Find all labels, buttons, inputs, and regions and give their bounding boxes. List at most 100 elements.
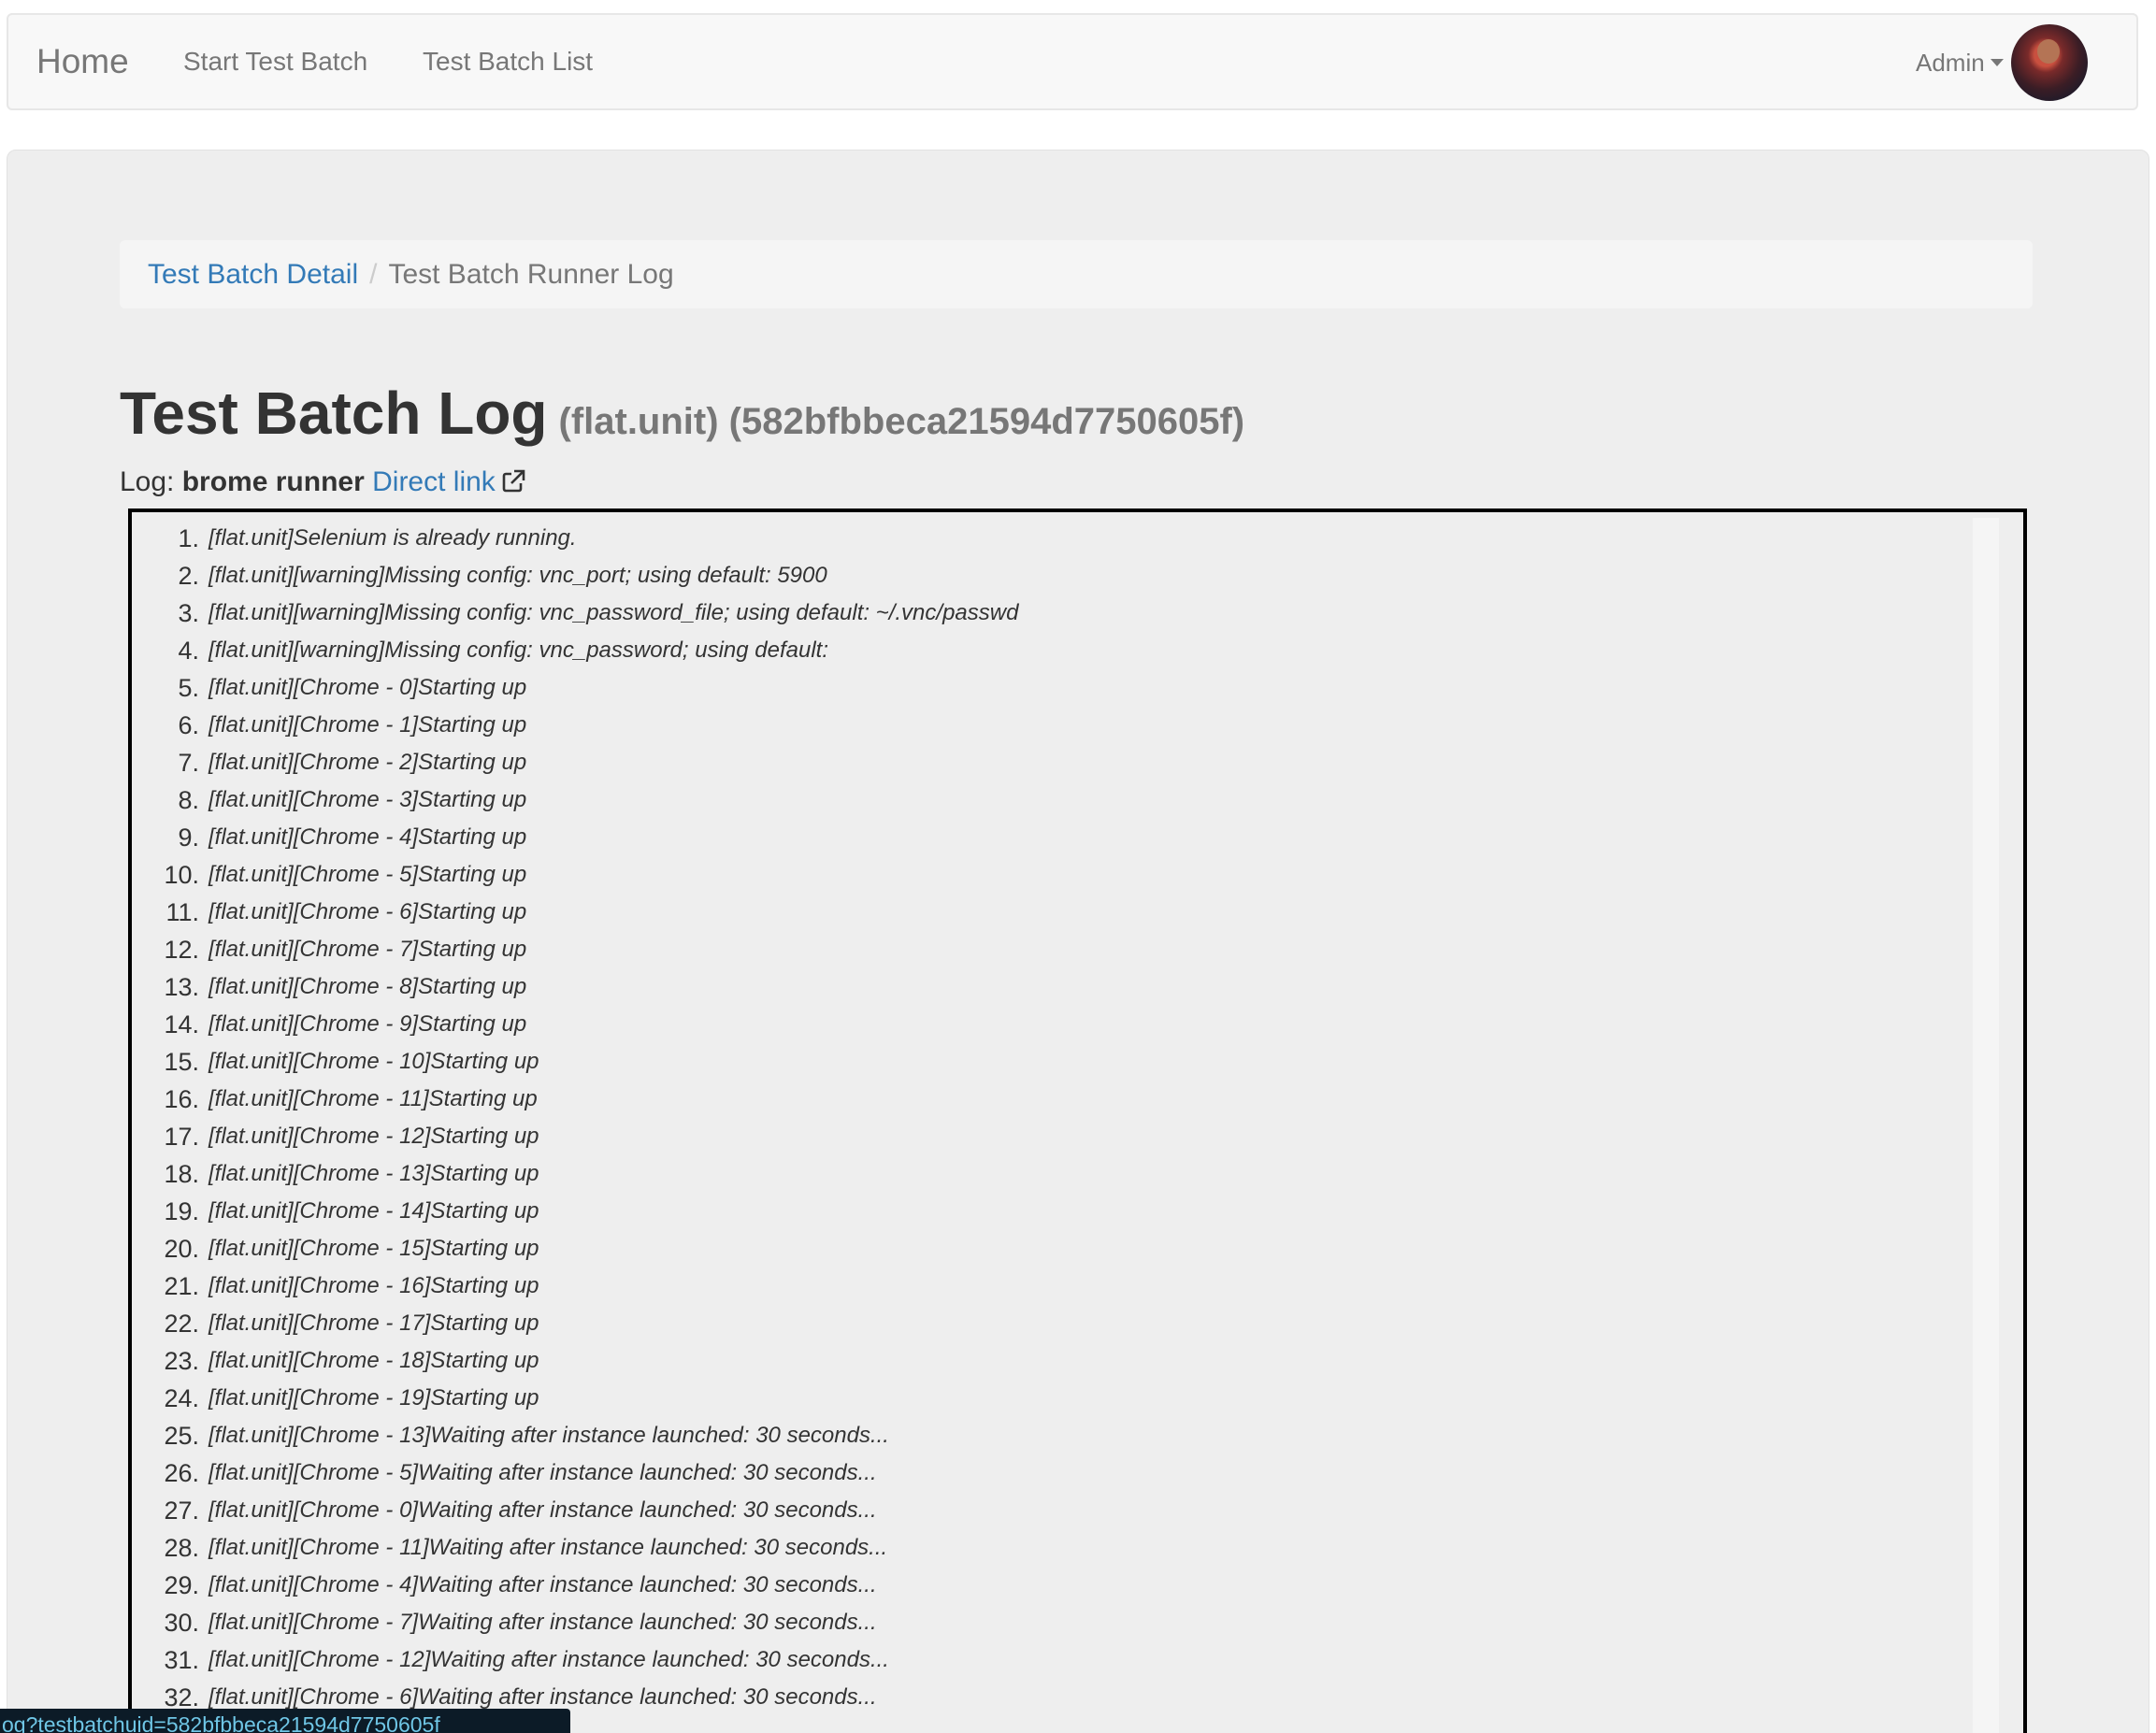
log-list: 1. [flat.unit]Selenium is already running…	[132, 520, 1018, 1716]
log-line-number: 8.	[178, 785, 199, 814]
external-link-icon	[502, 469, 525, 493]
log-line-text: [flat.unit][Chrome - 12]Waiting after in…	[208, 1647, 889, 1672]
log-line: 11. [flat.unit][Chrome - 6]Starting up	[132, 894, 1018, 931]
log-line-number: 13.	[164, 972, 199, 1001]
caret-down-icon	[1990, 59, 2004, 66]
log-line-text: [flat.unit][Chrome - 3]Starting up	[208, 787, 527, 812]
admin-dropdown[interactable]: Admin	[1916, 46, 2004, 79]
avatar[interactable]	[2011, 24, 2088, 101]
log-line-number: 28.	[164, 1533, 199, 1562]
log-line: 26. [flat.unit][Chrome - 5]Waiting after …	[132, 1454, 1018, 1492]
log-line-number: 11.	[165, 897, 199, 926]
log-line-number: 16.	[164, 1084, 199, 1113]
log-line-text: [flat.unit][Chrome - 8]Starting up	[208, 974, 527, 999]
log-line: 22. [flat.unit][Chrome - 17]Starting up	[132, 1305, 1018, 1342]
log-line-number: 30.	[164, 1608, 199, 1637]
home-link[interactable]: Home	[36, 41, 129, 82]
log-line: 10. [flat.unit][Chrome - 5]Starting up	[132, 856, 1018, 894]
log-line-text: [flat.unit][Chrome - 11]Starting up	[208, 1086, 538, 1111]
log-line-text: [flat.unit][Chrome - 16]Starting up	[208, 1273, 539, 1298]
log-line-number: 19.	[164, 1196, 199, 1225]
log-line-number: 32.	[164, 1683, 199, 1712]
log-line: 4. [flat.unit][warning]Missing config: vn…	[132, 632, 1018, 669]
log-line-text: [flat.unit][Chrome - 12]Starting up	[208, 1124, 539, 1149]
log-line-text: [flat.unit][Chrome - 6]Waiting after ins…	[208, 1684, 877, 1710]
page-title-subtitle: (flat.unit) (582bfbbeca21594d7750605f)	[558, 401, 1245, 442]
log-line-text: [flat.unit][Chrome - 0]Starting up	[208, 675, 527, 700]
top-navbar: Home Start Test Batch Test Batch List Ad…	[7, 13, 2138, 110]
log-line-text: [flat.unit][Chrome - 6]Starting up	[208, 899, 527, 924]
scrollbar[interactable]	[1973, 518, 1999, 1733]
log-line-number: 2.	[178, 561, 199, 590]
log-line-text: [flat.unit][Chrome - 18]Starting up	[208, 1348, 539, 1373]
page-title: Test Batch Log (flat.unit) (582bfbbeca215…	[120, 378, 1244, 459]
start-test-batch-link[interactable]: Start Test Batch	[183, 45, 367, 79]
log-line-text: [flat.unit][Chrome - 0]Waiting after ins…	[208, 1497, 877, 1523]
log-line: 30. [flat.unit][Chrome - 7]Waiting after …	[132, 1604, 1018, 1641]
breadcrumb-test-batch-detail[interactable]: Test Batch Detail	[148, 259, 358, 291]
log-line: 23. [flat.unit][Chrome - 18]Starting up	[132, 1342, 1018, 1380]
log-line-number: 4.	[178, 636, 199, 665]
log-line-text: [flat.unit][Chrome - 14]Starting up	[208, 1198, 539, 1224]
log-line-number: 27.	[164, 1496, 199, 1525]
log-line: 14. [flat.unit][Chrome - 9]Starting up	[132, 1006, 1018, 1043]
log-line-number: 3.	[178, 598, 199, 627]
breadcrumb-separator: /	[369, 258, 378, 290]
log-line-number: 24.	[164, 1383, 199, 1412]
log-line-number: 22.	[164, 1309, 199, 1338]
log-line-number: 6.	[178, 710, 199, 739]
log-line: 8. [flat.unit][Chrome - 3]Starting up	[132, 781, 1018, 819]
log-line-text: [flat.unit][warning]Missing config: vnc_…	[208, 600, 1019, 625]
log-line: 24. [flat.unit][Chrome - 19]Starting up	[132, 1380, 1018, 1417]
log-line-number: 7.	[178, 748, 199, 777]
log-line-number: 31.	[164, 1645, 199, 1674]
log-line: 16. [flat.unit][Chrome - 11]Starting up	[132, 1081, 1018, 1118]
log-line-number: 21.	[164, 1271, 199, 1300]
log-line-text: [flat.unit][warning]Missing config: vnc_…	[208, 563, 827, 588]
log-line-number: 18.	[164, 1159, 199, 1188]
log-line-number: 1.	[178, 523, 199, 552]
log-line-text: [flat.unit][warning]Missing config: vnc_…	[208, 637, 829, 663]
log-line-text: [flat.unit][Chrome - 15]Starting up	[208, 1236, 539, 1261]
log-line: 29. [flat.unit][Chrome - 4]Waiting after …	[132, 1567, 1018, 1604]
log-line-text: [flat.unit][Chrome - 5]Waiting after ins…	[208, 1460, 877, 1485]
log-output-box[interactable]: 1. [flat.unit]Selenium is already running…	[128, 508, 2027, 1733]
log-line-text: [flat.unit][Chrome - 2]Starting up	[208, 750, 527, 775]
log-line: 2. [flat.unit][warning]Missing config: vn…	[132, 557, 1018, 594]
log-line-text: [flat.unit][Chrome - 9]Starting up	[208, 1011, 527, 1037]
log-line: 20. [flat.unit][Chrome - 15]Starting up	[132, 1230, 1018, 1268]
log-line: 25. [flat.unit][Chrome - 13]Waiting after…	[132, 1417, 1018, 1454]
log-line: 5. [flat.unit][Chrome - 0]Starting up	[132, 669, 1018, 707]
log-line-text: [flat.unit]Selenium is already running.	[208, 525, 577, 551]
log-line: 17. [flat.unit][Chrome - 12]Starting up	[132, 1118, 1018, 1155]
direct-link[interactable]: Direct link	[372, 466, 525, 497]
log-line: 15. [flat.unit][Chrome - 10]Starting up	[132, 1043, 1018, 1081]
log-line: 31. [flat.unit][Chrome - 12]Waiting after…	[132, 1641, 1018, 1679]
log-label: Log: brome runner Direct link	[120, 465, 525, 499]
direct-link-label: Direct link	[372, 466, 496, 497]
log-line: 19. [flat.unit][Chrome - 14]Starting up	[132, 1193, 1018, 1230]
log-line-number: 29.	[164, 1570, 199, 1599]
log-line-text: [flat.unit][Chrome - 13]Starting up	[208, 1161, 539, 1186]
log-line-text: [flat.unit][Chrome - 7]Waiting after ins…	[208, 1610, 877, 1635]
log-line-number: 5.	[178, 673, 199, 702]
log-line-text: [flat.unit][Chrome - 4]Starting up	[208, 824, 527, 850]
log-line-number: 20.	[164, 1234, 199, 1263]
log-line-text: [flat.unit][Chrome - 11]Waiting after in…	[208, 1535, 888, 1560]
log-line-text: [flat.unit][Chrome - 13]Waiting after in…	[208, 1423, 889, 1448]
log-line: 18. [flat.unit][Chrome - 13]Starting up	[132, 1155, 1018, 1193]
log-line-number: 15.	[164, 1047, 199, 1076]
log-line-text: [flat.unit][Chrome - 1]Starting up	[208, 712, 527, 738]
log-line-number: 14.	[164, 1010, 199, 1038]
test-batch-list-link[interactable]: Test Batch List	[423, 45, 593, 79]
log-line: 7. [flat.unit][Chrome - 2]Starting up	[132, 744, 1018, 781]
status-bar-url: og?testbatchuid=582bfbbeca21594d7750605f	[0, 1709, 570, 1733]
page-title-main: Test Batch Log	[120, 380, 548, 447]
breadcrumb: Test Batch Detail / Test Batch Runner Lo…	[120, 240, 2033, 308]
log-name: brome runner	[181, 466, 365, 497]
log-line: 9. [flat.unit][Chrome - 4]Starting up	[132, 819, 1018, 856]
log-line: 21. [flat.unit][Chrome - 16]Starting up	[132, 1268, 1018, 1305]
log-line: 12. [flat.unit][Chrome - 7]Starting up	[132, 931, 1018, 968]
log-line: 13. [flat.unit][Chrome - 8]Starting up	[132, 968, 1018, 1006]
log-line-number: 26.	[164, 1458, 199, 1487]
